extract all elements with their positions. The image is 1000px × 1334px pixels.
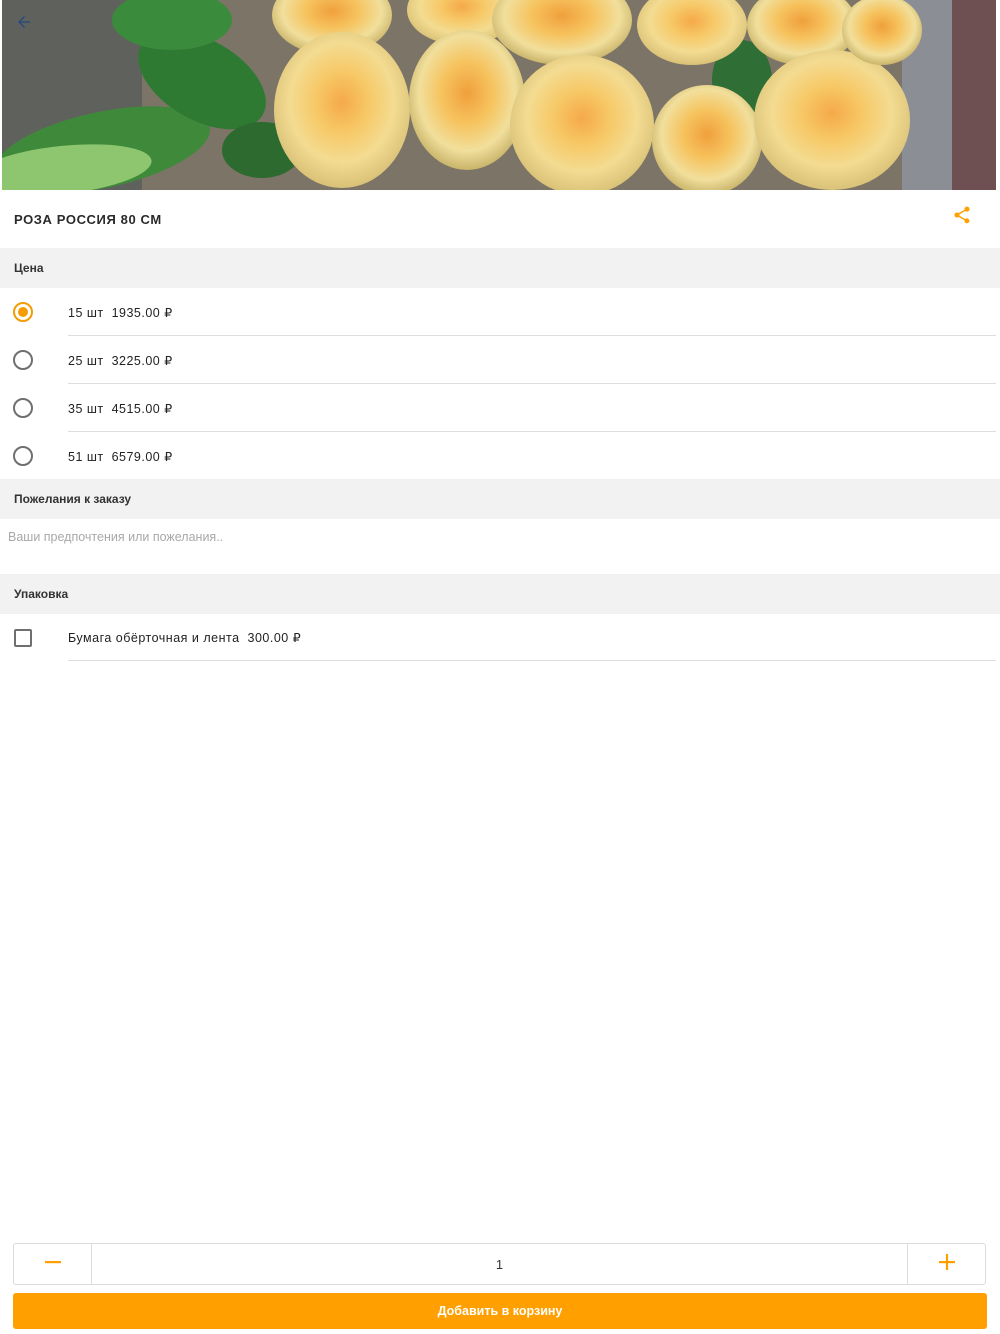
packaging-checkbox[interactable] <box>14 629 32 647</box>
product-title-row: РОЗА РОССИЯ 80 СМ <box>0 190 1000 248</box>
back-button[interactable] <box>8 6 40 38</box>
price-radio[interactable] <box>13 446 33 466</box>
product-title: РОЗА РОССИЯ 80 СМ <box>14 211 162 227</box>
packaging-option-label: Бумага обёрточная и лента 300.00 ₽ <box>68 630 302 645</box>
packaging-option-wrap[interactable]: Бумага обёрточная и лента 300.00 ₽ <box>0 613 1000 661</box>
quantity-value[interactable]: 1 <box>92 1244 907 1284</box>
price-option-label: 15 шт 1935.00 ₽ <box>68 305 173 320</box>
increase-button[interactable] <box>907 1244 985 1284</box>
price-option-label: 51 шт 6579.00 ₽ <box>68 449 173 464</box>
wishes-section-header: Пожелания к заказу <box>0 479 1000 519</box>
price-option-25[interactable]: 25 шт 3225.00 ₽ <box>0 336 1000 384</box>
price-option-15[interactable]: 15 шт 1935.00 ₽ <box>0 288 1000 336</box>
share-icon <box>952 205 972 230</box>
add-to-cart-button[interactable]: Добавить в корзину <box>13 1293 987 1329</box>
product-page: РОЗА РОССИЯ 80 СМ Цена 15 шт 1935.00 ₽ 2… <box>0 0 1000 1334</box>
quantity-stepper: 1 <box>13 1243 986 1285</box>
packaging-section-header: Упаковка <box>0 574 1000 614</box>
price-option-label: 25 шт 3225.00 ₽ <box>68 353 173 368</box>
price-radio[interactable] <box>13 302 33 322</box>
product-image <box>2 0 996 190</box>
arrow-left-icon <box>15 13 33 31</box>
plus-icon <box>938 1253 956 1276</box>
price-option-51[interactable]: 51 шт 6579.00 ₽ <box>0 432 1000 480</box>
divider <box>68 660 996 661</box>
price-option-35[interactable]: 35 шт 4515.00 ₽ <box>0 384 1000 432</box>
price-radio[interactable] <box>13 350 33 370</box>
price-section-header: Цена <box>0 248 1000 288</box>
price-radio[interactable] <box>13 398 33 418</box>
roses-photo <box>2 0 996 190</box>
price-option-label: 35 шт 4515.00 ₽ <box>68 401 173 416</box>
wishes-input[interactable] <box>0 519 1000 574</box>
decrease-button[interactable] <box>14 1244 92 1284</box>
share-button[interactable] <box>950 205 974 229</box>
minus-icon <box>44 1253 62 1276</box>
